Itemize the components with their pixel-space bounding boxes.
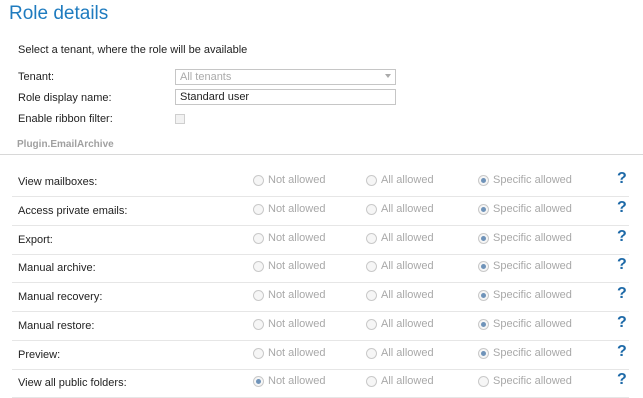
radio-button-icon <box>366 175 377 186</box>
intro-text: Select a tenant, where the role will be … <box>18 44 248 56</box>
radio-option-label: Not allowed <box>268 375 326 388</box>
radio-button-icon <box>478 175 489 186</box>
radio-button-icon <box>253 376 264 388</box>
help-icon[interactable]: ? <box>617 199 627 217</box>
radio-button-icon <box>478 290 489 301</box>
radio-option-label: Not allowed <box>268 346 326 359</box>
radio-button-icon <box>366 261 377 273</box>
help-icon[interactable]: ? <box>617 285 627 303</box>
help-icon[interactable]: ? <box>617 371 627 389</box>
radio-option-label: Specific allowed <box>493 174 572 186</box>
help-icon[interactable]: ? <box>617 256 627 274</box>
radio-option-label: All allowed <box>381 346 434 359</box>
help-icon[interactable]: ? <box>617 343 627 361</box>
tenant-label: Tenant: <box>18 71 55 83</box>
permission-label: Preview: <box>18 348 61 361</box>
radio-option-label: Not allowed <box>268 317 326 330</box>
role-name-input[interactable]: Standard user <box>175 89 396 105</box>
help-icon[interactable]: ? <box>617 314 627 332</box>
radio-option-label: Specific allowed <box>493 289 572 301</box>
radio-button-icon <box>478 318 489 330</box>
tenant-select-value: All tenants <box>180 71 232 83</box>
radio-button-icon <box>366 376 377 388</box>
help-icon[interactable]: ? <box>617 170 627 188</box>
permission-label: Manual recovery: <box>18 291 103 303</box>
radio-button-icon <box>253 203 264 215</box>
radio-option-label: Not allowed <box>268 289 326 301</box>
permission-row: Export: Not allowed All allowed Specific al… <box>0 226 643 255</box>
radio-option-label: All allowed <box>381 289 434 301</box>
radio-option-label: Not allowed <box>268 202 326 215</box>
radio-option-label: Specific allowed <box>493 375 572 388</box>
radio-option-label: Not allowed <box>268 231 326 244</box>
tenant-select[interactable]: All tenants <box>175 69 396 85</box>
help-icon[interactable]: ? <box>617 228 627 246</box>
radio-button-icon <box>478 376 489 388</box>
permission-label: Export: <box>18 233 53 246</box>
radio-button-icon <box>253 261 264 273</box>
radio-option-label: Specific allowed <box>493 260 572 273</box>
radio-button-icon <box>253 347 264 359</box>
radio-option-label: All allowed <box>381 231 434 244</box>
radio-option-label: Specific allowed <box>493 231 572 244</box>
radio-button-icon <box>253 175 264 186</box>
radio-button-icon <box>478 261 489 273</box>
radio-button-icon <box>253 232 264 244</box>
radio-option-label: All allowed <box>381 375 434 388</box>
permission-row: Manual recovery: Not allowed All allowed Sp… <box>0 283 643 312</box>
radio-option-label: Specific allowed <box>493 317 572 330</box>
permission-row: View all public folders: Not allowed All a… <box>0 369 643 398</box>
chevron-down-icon <box>385 74 391 78</box>
radio-option-label: Not allowed <box>268 260 326 273</box>
radio-option-label: Specific allowed <box>493 202 572 215</box>
radio-button-icon <box>478 232 489 244</box>
ribbon-filter-checkbox[interactable] <box>175 114 185 124</box>
radio-option-label: All allowed <box>381 174 434 186</box>
permission-label: Manual restore: <box>18 319 95 332</box>
section-header: Plugin.EmailArchive <box>17 139 114 150</box>
permission-label: Access private emails: <box>18 204 128 217</box>
radio-button-icon <box>253 318 264 330</box>
permission-row: Preview: Not allowed All allowed Specific a… <box>0 341 643 370</box>
radio-option-label: All allowed <box>381 317 434 330</box>
radio-button-icon <box>366 347 377 359</box>
radio-option-label: Not allowed <box>268 174 326 186</box>
permission-label: View all public folders: <box>18 377 127 390</box>
radio-button-icon <box>478 203 489 215</box>
radio-button-icon <box>366 232 377 244</box>
permission-row: Access private emails: Not allowed All all… <box>0 197 643 226</box>
radio-option-label: All allowed <box>381 260 434 273</box>
permission-label: View mailboxes: <box>18 176 98 188</box>
radio-button-icon <box>253 290 264 301</box>
radio-button-icon <box>366 290 377 301</box>
radio-button-icon <box>366 203 377 215</box>
permission-row: View mailboxes: Not allowed All allowed Spe… <box>0 168 643 197</box>
radio-option-label: All allowed <box>381 202 434 215</box>
radio-button-icon <box>478 347 489 359</box>
radio-option-label: Specific allowed <box>493 346 572 359</box>
section-divider <box>0 154 643 155</box>
permission-label: Manual archive: <box>18 262 96 275</box>
permission-row: Manual archive: Not allowed All allowed Spe… <box>0 254 643 284</box>
ribbon-filter-label: Enable ribbon filter: <box>18 113 113 125</box>
radio-button-icon <box>366 318 377 330</box>
permission-row: Manual restore: Not allowed All allowed Spe… <box>0 312 643 341</box>
page-title: Role details <box>9 3 109 24</box>
role-name-label: Role display name: <box>18 92 112 104</box>
